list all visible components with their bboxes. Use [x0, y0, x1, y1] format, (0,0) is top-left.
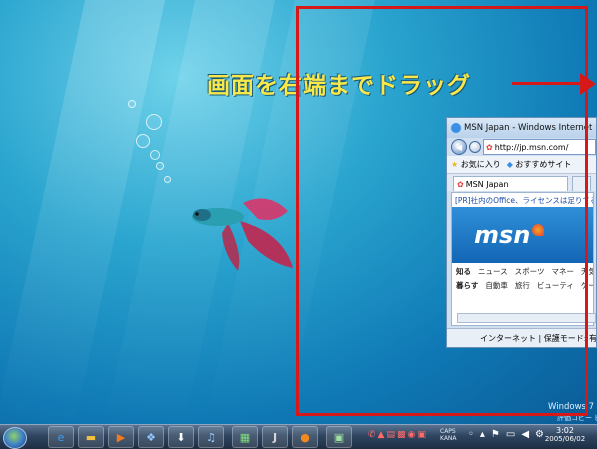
itunes-icon[interactable]: ♫ — [198, 426, 224, 448]
clock-date: 2005/06/02 — [544, 435, 586, 443]
green-app-icon[interactable]: ▦ — [232, 426, 258, 448]
bubble — [156, 162, 164, 170]
explorer-icon[interactable]: ▬ — [78, 426, 104, 448]
monitor-icon[interactable]: ▣ — [326, 426, 352, 448]
clock[interactable]: 3:02 2005/06/02 — [537, 426, 593, 444]
kana-indicator: KANA — [440, 435, 457, 442]
firefox-icon[interactable]: ● — [292, 426, 318, 448]
clock-time: 3:02 — [556, 426, 574, 435]
dropbox-icon[interactable]: ❖ — [138, 426, 164, 448]
caps-indicator: CAPS — [440, 428, 456, 435]
start-button[interactable] — [3, 427, 27, 449]
media-center-icon[interactable]: ▶ — [108, 426, 134, 448]
j-app-icon[interactable]: J — [262, 426, 288, 448]
download-icon[interactable]: ⬇ — [168, 426, 194, 448]
bubble — [146, 114, 162, 130]
drag-target-frame — [296, 6, 588, 416]
bubble — [128, 100, 136, 108]
ie-icon[interactable]: e — [48, 426, 74, 448]
bubble — [164, 176, 171, 183]
bubble — [136, 134, 150, 148]
ime-status: CAPS KANA — [440, 428, 457, 442]
ime-toolbar[interactable]: ✆▲▤▩◉▣ — [368, 430, 428, 440]
betta-fish-wallpaper — [192, 198, 293, 271]
bubble — [150, 150, 160, 160]
